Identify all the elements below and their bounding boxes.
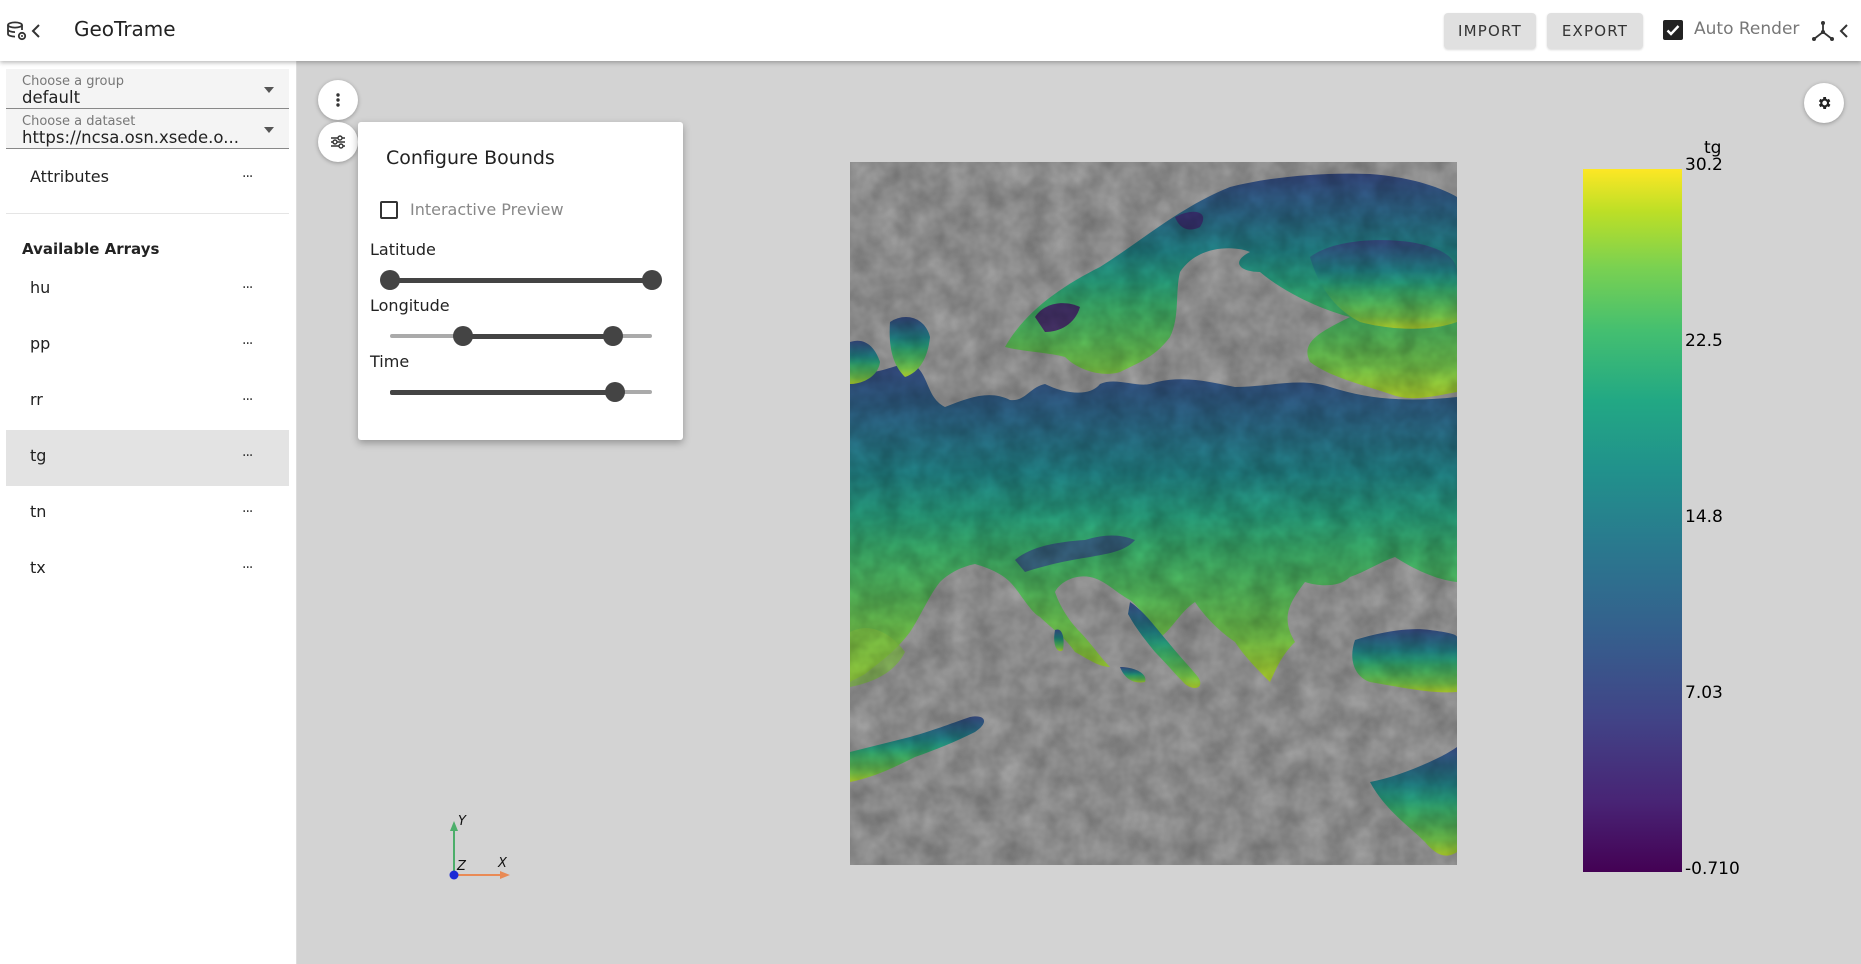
longitude-label: Longitude bbox=[370, 296, 450, 315]
auto-render-label: Auto Render bbox=[1694, 19, 1800, 39]
array-item-tx[interactable]: tx... bbox=[6, 542, 289, 598]
array-name: tg bbox=[30, 446, 47, 465]
more-icon[interactable]: ... bbox=[242, 556, 253, 572]
array-name: hu bbox=[30, 278, 51, 297]
sidebar: Choose a group default Choose a dataset … bbox=[0, 61, 297, 964]
dataset-select-value: https://ncsa.osn.xsede.o... bbox=[22, 128, 239, 147]
panel-title: Configure Bounds bbox=[386, 147, 555, 169]
more-vert-button[interactable] bbox=[318, 80, 358, 120]
more-icon[interactable]: ... bbox=[242, 388, 253, 404]
orientation-axes-widget: Y Z X bbox=[440, 814, 520, 885]
dataset-select-label: Choose a dataset bbox=[22, 114, 136, 129]
color-legend-tick: 7.03 bbox=[1685, 683, 1723, 703]
time-slider[interactable] bbox=[390, 382, 652, 402]
attributes-item[interactable]: Attributes ... bbox=[6, 155, 289, 205]
more-icon[interactable]: ... bbox=[242, 444, 253, 460]
latitude-label: Latitude bbox=[370, 240, 436, 259]
color-legend-bar bbox=[1583, 169, 1682, 872]
time-thumb[interactable] bbox=[605, 382, 626, 402]
map-render-view[interactable] bbox=[850, 162, 1457, 865]
axis-y-label: Y bbox=[458, 815, 467, 829]
collapse-panel-chevron-icon[interactable] bbox=[1836, 18, 1852, 44]
array-name: tn bbox=[30, 502, 47, 521]
europe-temperature-map bbox=[850, 162, 1457, 865]
axis-z-label: Z bbox=[456, 859, 467, 874]
latitude-max-thumb[interactable] bbox=[642, 270, 662, 290]
color-legend-tick: 22.5 bbox=[1685, 331, 1723, 351]
array-item-rr[interactable]: rr... bbox=[6, 374, 289, 430]
array-name: rr bbox=[30, 390, 43, 409]
longitude-slider[interactable] bbox=[390, 326, 652, 346]
configure-bounds-panel: Configure Bounds Interactive Preview Lat… bbox=[358, 122, 683, 440]
array-item-hu[interactable]: hu... bbox=[6, 262, 289, 318]
gear-icon bbox=[1818, 97, 1831, 109]
color-legend-tick: 30.2 bbox=[1685, 155, 1723, 175]
database-settings-icon[interactable] bbox=[4, 18, 30, 44]
array-item-tg[interactable]: tg... bbox=[6, 430, 289, 486]
app-bar: GeoTrame IMPORT EXPORT Auto Render bbox=[0, 0, 1861, 61]
export-button[interactable]: EXPORT bbox=[1547, 13, 1643, 49]
more-icon[interactable]: ... bbox=[242, 332, 253, 348]
array-item-pp[interactable]: pp... bbox=[6, 318, 289, 374]
chevron-down-icon bbox=[264, 87, 274, 93]
collapse-sidebar-chevron-icon[interactable] bbox=[28, 18, 44, 44]
dataset-select[interactable]: Choose a dataset https://ncsa.osn.xsede.… bbox=[6, 109, 289, 149]
import-button[interactable]: IMPORT bbox=[1444, 13, 1536, 49]
app-title: GeoTrame bbox=[74, 17, 176, 41]
color-legend-tick: -0.710 bbox=[1685, 859, 1740, 879]
array-item-tn[interactable]: tn... bbox=[6, 486, 289, 542]
longitude-max-thumb[interactable] bbox=[602, 326, 623, 346]
more-icon[interactable]: ... bbox=[242, 500, 253, 516]
axis-x-label: X bbox=[497, 856, 508, 871]
interactive-preview-label: Interactive Preview bbox=[410, 200, 564, 219]
group-select[interactable]: Choose a group default bbox=[6, 69, 289, 109]
time-label: Time bbox=[370, 352, 410, 371]
interactive-preview-checkbox[interactable] bbox=[380, 201, 398, 219]
divider bbox=[6, 213, 289, 214]
more-icon[interactable]: ... bbox=[242, 276, 253, 292]
section-title: Available Arrays bbox=[22, 240, 160, 258]
group-select-label: Choose a group bbox=[22, 74, 124, 89]
attributes-label: Attributes bbox=[30, 167, 109, 186]
latitude-slider[interactable] bbox=[380, 270, 662, 290]
chevron-down-icon bbox=[264, 127, 274, 133]
latitude-min-thumb[interactable] bbox=[380, 270, 400, 290]
more-icon[interactable]: ... bbox=[242, 165, 253, 181]
array-name: tx bbox=[30, 558, 46, 577]
axis-gizmo-icon[interactable] bbox=[1810, 18, 1836, 44]
group-select-value: default bbox=[22, 88, 81, 107]
settings-button[interactable] bbox=[1804, 83, 1844, 123]
array-name: pp bbox=[30, 334, 51, 353]
auto-render-checkbox[interactable] bbox=[1663, 20, 1683, 40]
color-legend-tick: 14.8 bbox=[1685, 507, 1723, 527]
tune-sliders-button[interactable] bbox=[318, 122, 358, 162]
longitude-min-thumb[interactable] bbox=[453, 326, 474, 346]
